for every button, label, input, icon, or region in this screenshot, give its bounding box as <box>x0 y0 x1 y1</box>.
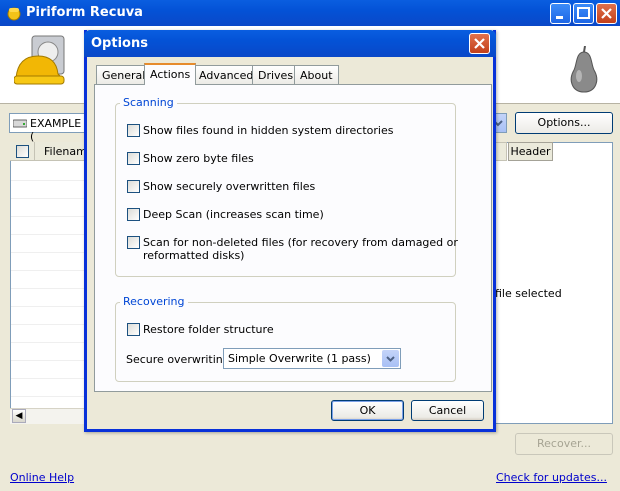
chevron-down-icon[interactable] <box>382 350 399 367</box>
main-title-bar[interactable]: Piriform Recuva <box>0 0 620 26</box>
grid-line <box>11 396 86 397</box>
tab-advanced[interactable]: Advanced <box>193 65 260 84</box>
recovering-group <box>115 302 456 382</box>
maximize-button[interactable] <box>573 3 594 24</box>
deep-scan-label[interactable]: Deep Scan (increases scan time) <box>143 208 324 221</box>
secure-overwriting-value: Simple Overwrite (1 pass) <box>228 352 371 365</box>
pear-logo-icon <box>566 45 602 99</box>
drive-label: EXAMPLE ( <box>30 117 82 143</box>
options-dialog-title: Options <box>91 36 148 51</box>
zero-byte-files-label[interactable]: Show zero byte files <box>143 152 254 165</box>
filename-column-header[interactable]: Filename <box>35 142 94 161</box>
recover-button[interactable]: Recover... <box>515 433 613 455</box>
tab-drives[interactable]: Drives <box>252 65 300 84</box>
restore-folder-checkbox[interactable] <box>127 323 140 336</box>
grid-line <box>11 378 86 379</box>
recovering-group-title: Recovering <box>120 295 188 308</box>
non-deleted-files-checkbox[interactable] <box>127 236 140 249</box>
grid-line <box>11 270 86 271</box>
non-deleted-files-label[interactable]: Scan for non-deleted files (for recovery… <box>143 236 458 249</box>
drive-icon <box>12 118 28 131</box>
info-status-text: file selected <box>495 287 562 300</box>
cancel-button[interactable]: Cancel <box>411 400 484 421</box>
scanning-group-title: Scanning <box>120 96 177 109</box>
securely-overwritten-label[interactable]: Show securely overwritten files <box>143 180 315 193</box>
grid-line <box>11 234 86 235</box>
secure-overwriting-label: Secure overwriting <box>126 353 230 366</box>
ok-button[interactable]: OK <box>331 400 404 421</box>
dialog-close-button[interactable] <box>469 33 490 54</box>
grid-line <box>11 180 86 181</box>
recuva-logo-icon <box>6 5 22 21</box>
hidden-system-dirs-label[interactable]: Show files found in hidden system direct… <box>143 124 393 137</box>
grid-line <box>11 342 86 343</box>
scroll-left-arrow-icon[interactable]: ◀ <box>12 409 26 423</box>
main-window-title: Piriform Recuva <box>26 5 143 20</box>
deep-scan-checkbox[interactable] <box>127 208 140 221</box>
secure-overwriting-select[interactable]: Simple Overwrite (1 pass) <box>223 348 401 369</box>
close-button[interactable] <box>596 3 617 24</box>
securely-overwritten-checkbox[interactable] <box>127 180 140 193</box>
zero-byte-files-checkbox[interactable] <box>127 152 140 165</box>
tab-about[interactable]: About <box>294 65 339 84</box>
hidden-system-dirs-checkbox[interactable] <box>127 124 140 137</box>
hard-drive-helmet-icon <box>13 34 76 95</box>
options-button[interactable]: Options... <box>515 112 613 134</box>
select-all-checkbox[interactable] <box>16 145 29 158</box>
grid-line <box>11 360 86 361</box>
options-dialog-title-bar[interactable]: Options <box>84 30 496 57</box>
tab-actions[interactable]: Actions <box>144 63 197 85</box>
check-updates-link[interactable]: Check for updates... <box>496 471 607 484</box>
select-all-header[interactable] <box>10 142 35 161</box>
drive-select[interactable]: EXAMPLE ( <box>9 113 89 143</box>
minimize-button[interactable] <box>550 3 571 24</box>
online-help-link[interactable]: Online Help <box>10 471 74 484</box>
non-deleted-files-label-line2[interactable]: reformatted disks) <box>143 249 244 262</box>
grid-line <box>11 288 86 289</box>
grid-line <box>11 198 86 199</box>
grid-line <box>11 216 86 217</box>
grid-line <box>11 324 86 325</box>
grid-line <box>11 306 86 307</box>
tab-header[interactable]: Header <box>508 142 553 161</box>
grid-line <box>11 252 86 253</box>
restore-folder-label[interactable]: Restore folder structure <box>143 323 274 336</box>
